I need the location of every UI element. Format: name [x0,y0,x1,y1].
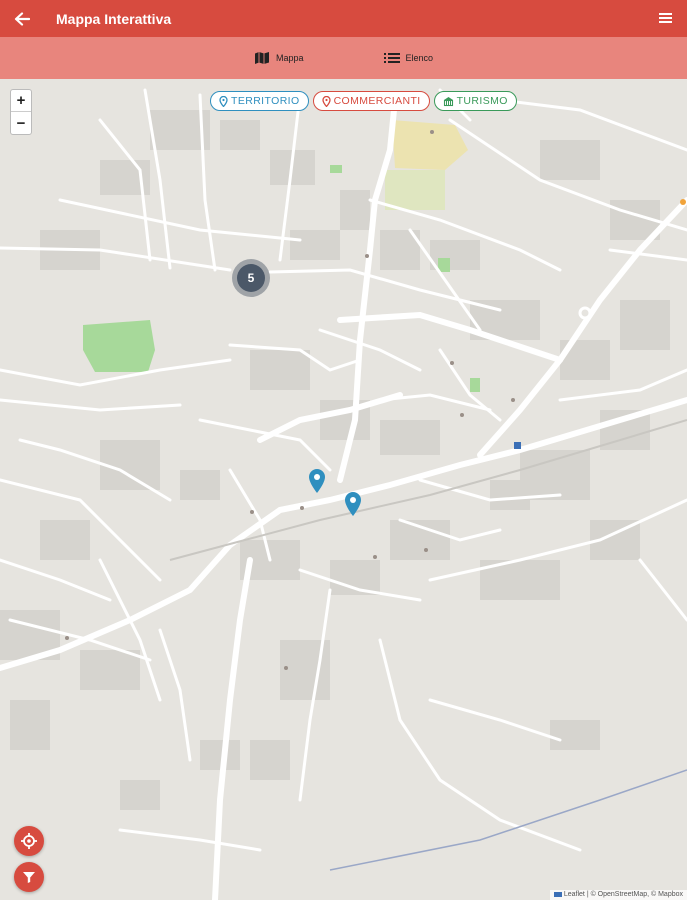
hamburger-menu-icon [659,13,672,23]
map-attribution-text[interactable]: Leaflet | © OpenStreetMap, © Mapbox [564,891,683,898]
filter-chip-turismo-label: TURISMO [456,95,508,107]
marker-cluster-count: 5 [237,264,265,292]
crosshair-icon [21,833,37,849]
tab-elenco-label: Elenco [405,53,434,63]
leaflet-flag-icon [553,891,562,897]
filter-chip-commercianti[interactable]: COMMERCIANTI [312,91,430,111]
filter-chip-territorio[interactable]: TERRITORIO [210,91,309,111]
zoom-in-button[interactable]: + [11,90,31,112]
menu-button[interactable] [657,10,675,26]
map-attribution: Leaflet | © OpenStreetMap, © Mapbox [549,890,687,900]
list-icon [383,53,400,63]
filter-chip-turismo[interactable]: TURISMO [433,91,517,111]
filter-chip-commercianti-label: COMMERCIANTI [333,95,421,107]
filter-button[interactable] [14,862,44,892]
map-pin-marker[interactable] [308,468,326,494]
map-icon [254,52,269,64]
view-tabs: Mappa Elenco [0,37,687,79]
app-header: Mappa Interattiva [0,0,687,37]
tab-mappa[interactable]: Mappa [254,51,304,65]
filter-chip-territorio-label: TERRITORIO [231,95,300,107]
zoom-control: + − [10,89,32,135]
locate-button[interactable] [14,826,44,856]
back-button[interactable] [2,0,42,37]
map-pin-marker[interactable] [344,491,362,517]
category-filters: TERRITORIO COMMERCIANTI TURISMO [210,91,517,111]
arrow-left-icon [14,11,30,26]
tab-elenco[interactable]: Elenco [383,52,434,64]
zoom-out-button[interactable]: − [11,112,31,134]
tab-mappa-label: Mappa [275,53,304,63]
filter-funnel-icon [23,872,35,883]
page-title: Mappa Interattiva [56,10,172,27]
museum-icon [443,96,453,106]
app-root: Mappa Interattiva Mappa Elenco 5 Leaflet… [0,0,687,900]
map-pin-icon [219,95,228,107]
marker-cluster[interactable]: 5 [232,259,270,297]
interactive-map[interactable]: 5 Leaflet | © OpenStreetMap, © Mapbox [0,79,687,900]
map-tiles [0,79,687,900]
map-pin-icon [321,95,331,107]
